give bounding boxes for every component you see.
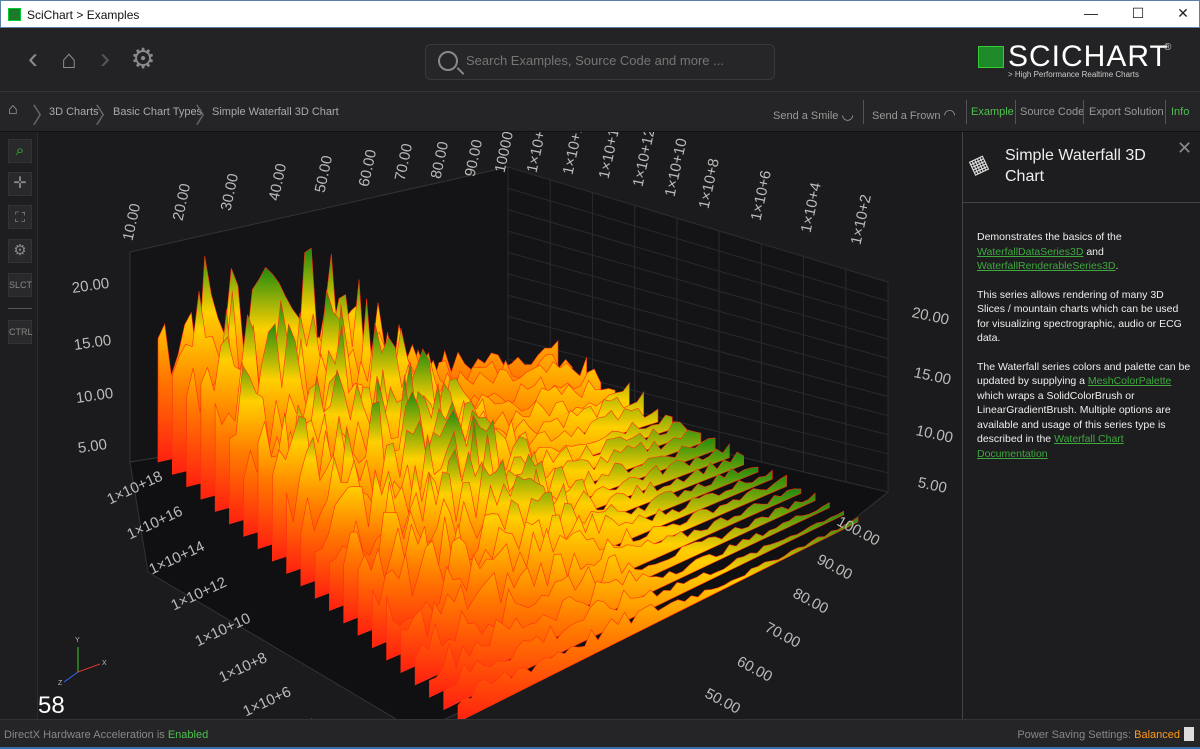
- tab-info[interactable]: Info: [1171, 106, 1189, 118]
- waterfall-data-series-link[interactable]: WaterfallDataSeries3D: [977, 246, 1083, 258]
- enabled-value: Enabled: [167, 729, 209, 741]
- send-frown-label: Send a Frown: [872, 110, 941, 122]
- close-window-button[interactable]: ✕: [1168, 5, 1198, 25]
- gear-icon[interactable]: ⚙: [126, 42, 160, 76]
- text: Power Saving Settings:: [1017, 729, 1135, 741]
- gizmo-z-label: Z: [58, 680, 63, 687]
- divider: [1083, 100, 1084, 124]
- zoom-icon[interactable]: ⌕: [8, 139, 32, 163]
- fps-counter: 58: [38, 692, 65, 719]
- waterfall-3d-chart[interactable]: 10.00 20.00 30.00 40.00 50.00 60.00 70.00 80.00…: [38, 132, 962, 719]
- title-bar: SciChart > Examples — ☐ ✕: [0, 0, 1200, 28]
- send-smile-button[interactable]: Send a Smile ◡: [773, 106, 854, 123]
- waterfall-renderable-series-link[interactable]: WaterfallRenderableSeries3D: [977, 260, 1116, 272]
- export-solution-button[interactable]: Export Solution: [1089, 106, 1164, 118]
- home-icon[interactable]: ⌂: [52, 42, 86, 76]
- smile-icon: ◡: [841, 106, 854, 122]
- info-panel: ▦ Simple Waterfall 3D Chart ✕ Demonstrat…: [962, 132, 1200, 719]
- text: and: [1083, 245, 1104, 258]
- search-icon: [438, 51, 458, 71]
- breadcrumb-bar: ⌂ 〉 3D Charts 〉 Basic Chart Types 〉 Simp…: [0, 92, 1200, 132]
- gizmo-z-axis: [63, 671, 79, 683]
- divider: [966, 100, 967, 124]
- text: Demonstrates the basics of the: [977, 231, 1122, 243]
- toolbar: ‹ ⌂ › ⚙ SCICHART ® > High Performance Re…: [0, 28, 1200, 92]
- zoom-extents-icon[interactable]: ⛶: [8, 205, 32, 229]
- divider: [8, 308, 32, 309]
- gizmo-x-label: X: [102, 660, 107, 667]
- app-icon: [8, 8, 21, 21]
- mesh-color-palette-link[interactable]: MeshColorPalette: [1088, 375, 1171, 387]
- frown-icon: ◠: [943, 106, 956, 122]
- divider: [863, 100, 864, 124]
- power-saving-status: Power Saving Settings: Balanced: [1017, 729, 1180, 741]
- maximize-button[interactable]: ☐: [1123, 5, 1153, 25]
- close-icon[interactable]: ✕: [1177, 138, 1192, 159]
- select-button[interactable]: SLCT: [8, 273, 32, 297]
- power-mode-link[interactable]: Balanced: [1134, 729, 1180, 741]
- paragraph: This series allows rendering of many 3D …: [977, 288, 1182, 345]
- chart-toolbar: ⌕ ✛ ⛶ ⚙ SLCT CTRL: [0, 132, 38, 719]
- forward-icon[interactable]: ›: [88, 42, 122, 76]
- logo-word: SCICHART: [1008, 40, 1169, 73]
- divider: [1165, 100, 1166, 124]
- panel-description: Demonstrates the basics of the Waterfall…: [977, 230, 1192, 475]
- logo-registered: ®: [1164, 42, 1172, 53]
- text: .: [1115, 260, 1119, 272]
- power-options-button[interactable]: [1184, 727, 1194, 741]
- logo-tagline: > High Performance Realtime Charts: [1008, 70, 1139, 79]
- ctrl-button[interactable]: CTRL: [8, 320, 33, 344]
- send-frown-button[interactable]: Send a Frown ◠: [872, 106, 956, 123]
- minimize-button[interactable]: —: [1076, 5, 1106, 25]
- breadcrumb-current: Simple Waterfall 3D Chart: [212, 106, 339, 118]
- status-bar: DirectX Hardware Acceleration is Enabled…: [0, 719, 1200, 749]
- settings-icon[interactable]: ⚙: [8, 239, 32, 263]
- hw-accel-status: DirectX Hardware Acceleration is Enabled: [4, 729, 208, 741]
- panel-title: Simple Waterfall 3D Chart: [1005, 147, 1146, 185]
- breadcrumb-3d-charts[interactable]: 3D Charts: [49, 106, 99, 118]
- send-smile-label: Send a Smile: [773, 110, 839, 122]
- gizmo-x-axis: [77, 663, 101, 673]
- breadcrumb-home-icon[interactable]: ⌂: [8, 101, 18, 119]
- search-input[interactable]: [466, 53, 766, 68]
- divider: [1015, 100, 1016, 124]
- breadcrumb-basic-chart-types[interactable]: Basic Chart Types: [113, 106, 202, 118]
- waterfall-chart-icon: ▦: [965, 150, 992, 179]
- scichart-logo: SCICHART ® > High Performance Realtime C…: [976, 40, 1176, 82]
- divider: [963, 202, 1200, 203]
- window-title: SciChart > Examples: [27, 8, 140, 22]
- tab-source-code[interactable]: Source Code: [1020, 106, 1084, 118]
- gizmo-y-label: Y: [75, 637, 80, 644]
- text: DirectX Hardware Acceleration is: [4, 729, 168, 741]
- pan-icon[interactable]: ✛: [8, 172, 32, 196]
- tab-example[interactable]: Example: [971, 106, 1014, 118]
- search-box[interactable]: [425, 44, 775, 80]
- logo-mark-icon: [978, 46, 1004, 68]
- back-icon[interactable]: ‹: [16, 42, 50, 76]
